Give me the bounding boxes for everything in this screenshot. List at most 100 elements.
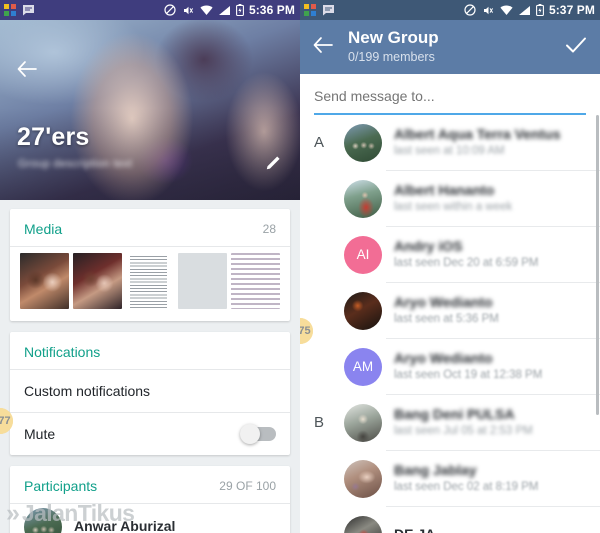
volume-off-icon: [183, 6, 193, 14]
contact-status: last seen at 5:36 PM: [394, 313, 499, 326]
contact-status: last seen Oct 19 at 12:38 PM: [394, 369, 543, 382]
contact-meta: Bang Deni PULSA last seen Jul 05 at 2:53…: [394, 406, 588, 439]
media-header[interactable]: Media 28: [10, 209, 290, 246]
search-field-wrapper: [300, 74, 600, 115]
mute-label: Mute: [24, 426, 56, 442]
notifications-header: Notifications: [10, 332, 290, 369]
contact-meta: DE JA: [394, 526, 588, 533]
contact-meta: Aryo Wedianto last seen Oct 19 at 12:38 …: [394, 350, 588, 383]
list-item[interactable]: B Bang Deni PULSA last seen Jul 05 at 2:…: [300, 395, 600, 450]
contact-status: last seen Dec 02 at 8:19 PM: [394, 481, 539, 494]
participant-meta: Anwar Aburizal: [74, 518, 278, 533]
participants-card: Participants 29 OF 100 Anwar Aburizal: [10, 466, 290, 533]
list-item[interactable]: A Albert Aqua Terra Ventus last seen at …: [300, 115, 600, 170]
right-status-bar: 5:37 PM: [300, 0, 600, 20]
avatar: AM: [344, 347, 382, 386]
do-not-disturb-icon: [464, 4, 476, 16]
group-title: 27'ers: [17, 123, 90, 151]
contact-status: last seen Dec 20 at 6:59 PM: [394, 257, 539, 270]
battery-icon: [235, 4, 244, 16]
list-item[interactable]: AI Andry iOS last seen Dec 20 at 6:59 PM: [300, 227, 600, 282]
back-arrow-icon[interactable]: [312, 36, 334, 59]
custom-notifications-label: Custom notifications: [24, 383, 151, 399]
media-thumbnail[interactable]: [231, 253, 280, 309]
status-bar-right-icons: 5:37 PM: [464, 3, 595, 17]
do-not-disturb-icon: [164, 4, 176, 16]
avatar: AI: [344, 235, 382, 274]
mute-toggle[interactable]: [240, 424, 276, 444]
volume-off-icon: [483, 6, 493, 14]
apps-icon: [4, 4, 16, 16]
avatar: [24, 508, 62, 533]
contact-list: A Albert Aqua Terra Ventus last seen at …: [300, 115, 600, 533]
group-info-content: Media 28 Notifications Custom notificati…: [0, 200, 300, 533]
list-item[interactable]: DE JA: [300, 507, 600, 533]
participants-count: 29 OF 100: [219, 479, 276, 493]
participants-header: Participants 29 OF 100: [10, 466, 290, 503]
avatar-initials: AM: [352, 359, 374, 374]
contact-status: last seen within a week: [394, 201, 513, 214]
sms-icon: [323, 4, 334, 15]
page-title: New Group: [348, 28, 439, 48]
media-thumbnail[interactable]: [125, 253, 175, 309]
appbar-titles: New Group 0/199 members: [348, 28, 439, 65]
custom-notifications-row[interactable]: Custom notifications: [10, 370, 290, 412]
list-item[interactable]: Albert Hananto last seen within a week: [300, 171, 600, 226]
signal-icon: [518, 5, 530, 15]
new-group-appbar: New Group 0/199 members: [300, 20, 600, 74]
contact-name: Bang Deni PULSA: [394, 405, 515, 422]
left-status-bar: 5:36 PM: [0, 0, 300, 20]
left-screen-group-info: 5:36 PM 27'ers Group description text Me…: [0, 0, 300, 533]
media-thumbnail[interactable]: [178, 253, 228, 309]
media-thumbnail[interactable]: [20, 253, 69, 309]
contact-meta: Albert Aqua Terra Ventus last seen at 10…: [394, 126, 588, 159]
media-title: Media: [24, 221, 63, 237]
contact-meta: Albert Hananto last seen within a week: [394, 182, 588, 215]
contact-status: last seen Jul 05 at 2:53 PM: [394, 425, 533, 438]
edit-pencil-icon[interactable]: [262, 150, 286, 174]
back-arrow-icon[interactable]: [14, 56, 40, 82]
media-thumbnail-row: [10, 247, 290, 321]
contact-name: Aryo Wedianto: [394, 349, 493, 366]
group-subtitle: Group description text: [18, 158, 133, 170]
wifi-icon: [500, 5, 513, 15]
participant-name: Anwar Aburizal: [74, 518, 176, 533]
avatar-initials: AI: [356, 247, 370, 262]
contact-meta: Bang Jablay last seen Dec 02 at 8:19 PM: [394, 462, 588, 495]
contact-name: Albert Hananto: [394, 181, 495, 198]
list-item[interactable]: Bang Jablay last seen Dec 02 at 8:19 PM: [300, 451, 600, 506]
media-thumbnail[interactable]: [72, 253, 122, 309]
contact-name: Bang Jablay: [394, 461, 477, 478]
status-bar-left-icons: [304, 4, 335, 16]
contact-name: Aryo Wedianto: [394, 293, 493, 310]
avatar: [344, 179, 382, 218]
contact-name: Andry iOS: [394, 237, 463, 254]
sms-icon: [23, 4, 34, 15]
search-input[interactable]: [314, 88, 586, 113]
check-icon[interactable]: [564, 35, 588, 60]
participant-row[interactable]: Anwar Aburizal: [10, 504, 290, 533]
right-screen-new-group: 5:37 PM New Group 0/199 members A: [300, 0, 600, 533]
scrollbar[interactable]: [596, 115, 599, 415]
wifi-icon: [200, 5, 213, 15]
list-item[interactable]: Aryo Wedianto last seen at 5:36 PM: [300, 283, 600, 338]
mute-row[interactable]: Mute: [10, 413, 290, 455]
list-item[interactable]: AM Aryo Wedianto last seen Oct 19 at 12:…: [300, 339, 600, 394]
media-count: 28: [262, 222, 276, 236]
notifications-card: Notifications Custom notifications Mute: [10, 332, 290, 455]
status-bar-clock: 5:37 PM: [548, 3, 595, 17]
contact-status: last seen at 10:09 AM: [394, 145, 505, 158]
member-counter: 0/199 members: [348, 49, 435, 64]
contact-name: DE JA: [394, 526, 588, 533]
contact-name: Albert Aqua Terra Ventus: [394, 125, 561, 142]
participants-title: Participants: [24, 478, 98, 494]
section-letter: B: [314, 414, 325, 431]
media-card: Media 28: [10, 209, 290, 321]
status-bar-left-icons: [4, 4, 35, 16]
battery-icon: [535, 4, 544, 16]
contact-meta: Andry iOS last seen Dec 20 at 6:59 PM: [394, 238, 588, 271]
apps-icon: [304, 4, 316, 16]
avatar: [344, 515, 382, 533]
avatar: [344, 459, 382, 498]
signal-icon: [218, 5, 230, 15]
